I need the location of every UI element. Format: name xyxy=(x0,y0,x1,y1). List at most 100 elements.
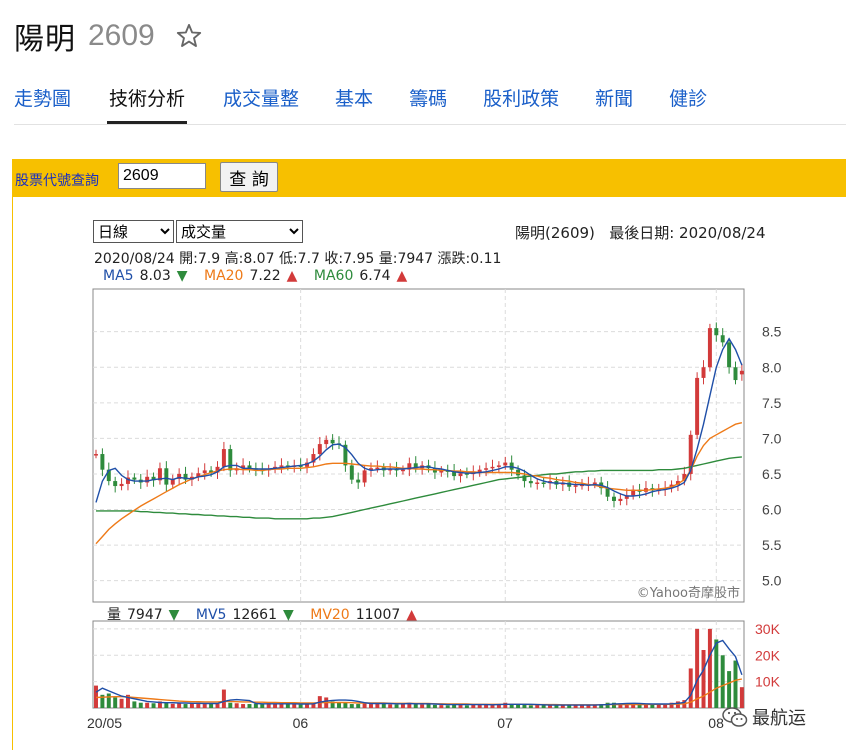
candle-body xyxy=(739,370,744,375)
volume-bar xyxy=(145,702,150,708)
volume-bar xyxy=(733,660,738,708)
candle-body xyxy=(113,481,118,487)
volume-bar xyxy=(445,705,450,708)
volume-bar xyxy=(394,704,399,708)
volume-bar xyxy=(528,705,533,708)
candle-body xyxy=(362,470,367,483)
chart-watermark: ©Yahoo奇摩股市 xyxy=(637,585,740,601)
price-pane-frame xyxy=(92,288,745,603)
price-tick-label: 6.5 xyxy=(762,466,782,482)
candle-body xyxy=(458,473,463,477)
candle-body xyxy=(164,468,169,485)
volume-bar xyxy=(132,701,137,708)
wechat-watermark: 最航运 xyxy=(722,704,806,730)
volume-bar xyxy=(714,639,719,708)
volume-bar xyxy=(273,704,278,708)
watermark-text: 最航运 xyxy=(752,708,806,729)
price-tick-label: 7.5 xyxy=(762,395,782,411)
volume-bar xyxy=(400,704,405,708)
candle-body xyxy=(221,449,226,467)
volume-bar xyxy=(228,702,233,708)
volume-bar xyxy=(368,704,373,708)
volume-bar xyxy=(490,705,495,708)
candle-body xyxy=(349,465,354,480)
volume-bar xyxy=(413,704,418,708)
volume-bar xyxy=(720,655,725,708)
volume-bar xyxy=(234,703,239,708)
candle-body xyxy=(573,485,578,487)
price-tick-label: 6.0 xyxy=(762,502,782,518)
candle-body xyxy=(618,498,623,501)
price-tick-label: 8.0 xyxy=(762,359,782,375)
volume-bar xyxy=(605,702,610,708)
volume-bar xyxy=(381,703,386,708)
volume-bar xyxy=(215,703,220,708)
price-tick-label: 5.0 xyxy=(762,573,782,589)
volume-bar xyxy=(337,702,341,708)
volume-bar xyxy=(426,704,431,708)
stock-chart[interactable]: 8.5 8.0 7.5 7.0 6.5 6.0 5.5 5.0 30K 20K 10K 20/05 06… xyxy=(0,0,846,750)
volume-bar xyxy=(164,702,169,708)
candle-body xyxy=(727,342,732,368)
candle-body xyxy=(707,328,712,368)
volume-bar xyxy=(439,705,444,708)
volume-bar xyxy=(119,698,124,708)
candle-body xyxy=(119,483,124,487)
candle-body xyxy=(592,482,597,484)
candle-body xyxy=(202,470,207,474)
volume-bar xyxy=(388,704,393,708)
candle-body xyxy=(400,469,405,472)
candle-body xyxy=(528,481,533,484)
volume-bar xyxy=(221,689,226,708)
volume-bar xyxy=(247,704,252,708)
volume-bar xyxy=(177,703,182,708)
x-tick-label: 20/05 xyxy=(87,715,122,731)
volume-bar xyxy=(362,703,367,708)
candle-body xyxy=(132,477,137,480)
volume-bar xyxy=(202,704,207,708)
volume-tick-label: 10K xyxy=(755,674,781,690)
volume-bar xyxy=(432,704,437,708)
volume-tick-label: 20K xyxy=(755,647,781,663)
volume-bar xyxy=(727,671,732,708)
volume-bar xyxy=(113,697,118,708)
candle-body xyxy=(541,482,546,484)
candle-body xyxy=(484,468,489,470)
volume-bar xyxy=(106,693,111,708)
volume-bar xyxy=(151,703,156,708)
volume-bar xyxy=(522,704,527,708)
candle-body xyxy=(701,367,706,378)
candle-body xyxy=(605,488,610,497)
candle-body xyxy=(375,467,380,470)
volume-bar xyxy=(183,704,188,708)
candle-body xyxy=(733,367,738,381)
volume-bar xyxy=(516,704,521,708)
x-tick-label: 06 xyxy=(293,715,309,731)
candle-body xyxy=(496,465,501,467)
candle-body xyxy=(535,482,540,484)
price-tick-label: 5.5 xyxy=(762,537,782,553)
volume-bar xyxy=(356,704,361,708)
volume-bar xyxy=(260,704,265,708)
candle-body xyxy=(94,454,98,456)
candle-body xyxy=(324,439,329,445)
volume-tick-label: 30K xyxy=(755,621,781,637)
candle-body xyxy=(228,449,233,471)
candle-body xyxy=(356,479,361,483)
volume-bar xyxy=(464,705,469,708)
volume-bar xyxy=(298,704,303,708)
volume-bar xyxy=(349,704,354,708)
candle-body xyxy=(317,444,322,455)
x-tick-label: 07 xyxy=(497,715,513,731)
candle-body xyxy=(503,462,508,466)
candle-body xyxy=(612,496,616,501)
price-tick-label: 8.5 xyxy=(762,324,782,340)
volume-bar xyxy=(138,702,143,708)
volume-bar xyxy=(241,704,246,708)
volume-bar xyxy=(420,704,425,708)
volume-bar xyxy=(701,650,706,708)
volume-bar xyxy=(253,703,258,708)
volume-bar xyxy=(707,628,712,708)
candle-body xyxy=(714,328,719,336)
volume-bar xyxy=(503,702,508,708)
